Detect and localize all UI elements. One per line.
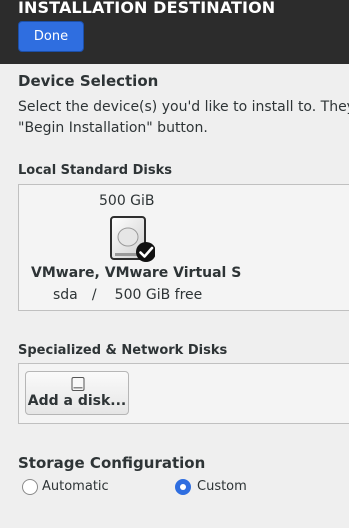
add-disk-button[interactable]: Add a disk...	[25, 371, 129, 415]
storage-config-heading: Storage Configuration	[18, 454, 206, 472]
automatic-radio-label[interactable]: Automatic	[42, 479, 109, 494]
device-selection-description-line2: "Begin Installation" button.	[18, 120, 208, 136]
network-disks-panel: Add a disk...	[18, 363, 349, 424]
network-disks-heading: Specialized & Network Disks	[18, 343, 228, 358]
disk-size: 500 GiB	[99, 193, 155, 209]
disk-icon	[71, 377, 85, 391]
hard-disk-icon	[110, 216, 155, 262]
add-disk-label: Add a disk...	[27, 393, 127, 409]
disk-free-space: 500 GiB free	[114, 287, 203, 303]
custom-radio-label[interactable]: Custom	[197, 479, 247, 494]
header-bar: INSTALLATION DESTINATION Done	[0, 0, 349, 64]
disk-name: VMware, VMware Virtual S	[31, 265, 242, 281]
automatic-radio[interactable]	[22, 479, 38, 495]
local-disks-heading: Local Standard Disks	[18, 163, 172, 178]
disk-details-separator: /	[91, 287, 97, 303]
disk-device: sda	[53, 287, 78, 303]
disk-tile-sda[interactable]: 500 GiB VMware, VMware Virtual S sda / 5…	[19, 185, 249, 310]
done-button[interactable]: Done	[18, 21, 84, 52]
device-selection-heading: Device Selection	[18, 72, 159, 90]
device-selection-description-line1: Select the device(s) you'd like to insta…	[18, 99, 349, 115]
custom-radio[interactable]	[175, 479, 191, 495]
disk-details: sda / 500 GiB free	[53, 287, 202, 303]
local-disks-panel: 500 GiB VMware, VMware Virtual S sda / 5…	[18, 184, 349, 311]
page-title: INSTALLATION DESTINATION	[18, 0, 276, 17]
